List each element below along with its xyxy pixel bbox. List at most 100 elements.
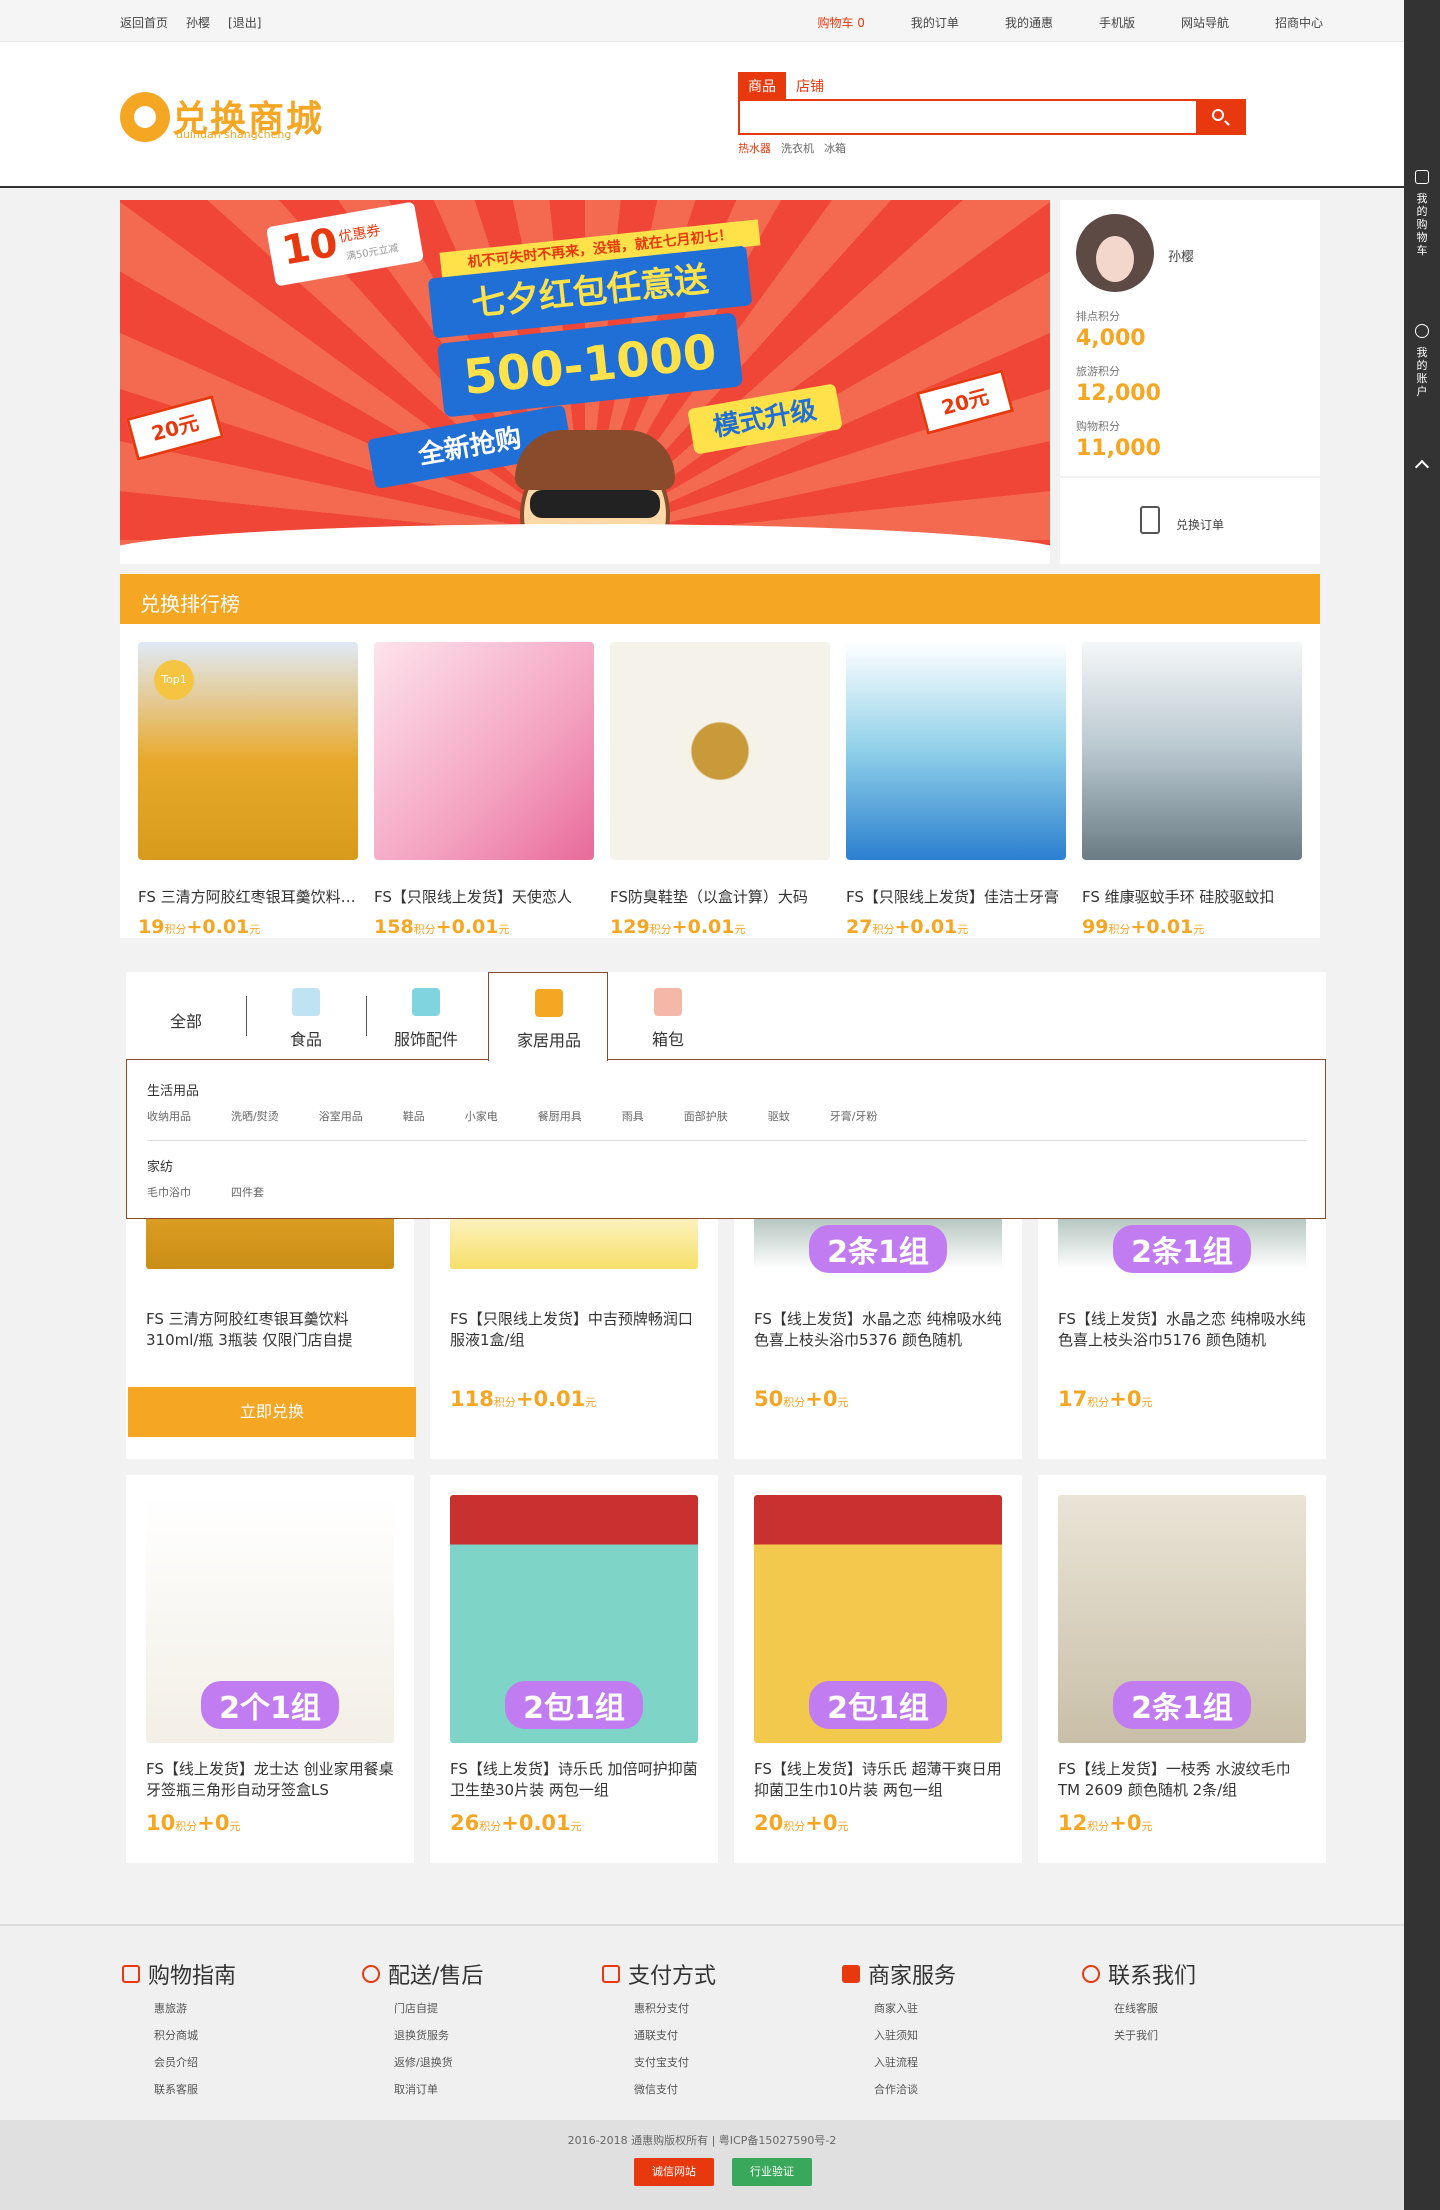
footer-link[interactable]: 惠旅游 — [154, 2000, 322, 2016]
category-link[interactable]: 驱蚊 — [768, 1108, 790, 1124]
footer-link[interactable]: 微信支付 — [634, 2081, 802, 2097]
mobile-link[interactable]: 手机版 — [1099, 14, 1135, 31]
product-card[interactable]: 2条1组 FS【线上发货】水晶之恋 纯棉吸水纯色喜上枝头浴巾5176 颜色随机 … — [1038, 1179, 1326, 1459]
footer-link[interactable]: 积分商城 — [154, 2027, 322, 2043]
product-name[interactable]: FS【线上发货】一枝秀 水波纹毛巾TM 2609 颜色随机 2条/组 — [1058, 1759, 1308, 1801]
product-image[interactable] — [374, 642, 594, 860]
product-name[interactable]: FS 三清方阿胶红枣银耳羹饮料310ml/瓶 — [138, 886, 358, 907]
yuan-unit: 元 — [1141, 1396, 1153, 1409]
footer-link[interactable]: 关于我们 — [1114, 2027, 1282, 2043]
category-link[interactable]: 四件套 — [231, 1184, 264, 1200]
category-link[interactable]: 毛巾浴巾 — [147, 1184, 191, 1200]
exchange-orders-link[interactable]: 兑换订单 — [1060, 476, 1320, 564]
category-link[interactable]: 面部护肤 — [684, 1108, 728, 1124]
points-unit: 积分 — [164, 923, 187, 936]
hot-word[interactable]: 冰箱 — [824, 140, 846, 156]
rank-item[interactable]: Top1 FS 三清方阿胶红枣银耳羹饮料310ml/瓶 19积分+0.01元 — [138, 642, 358, 938]
product-name[interactable]: FS【只限线上发货】天使恋人 — [374, 886, 594, 907]
tab-home[interactable]: 家居用品 — [488, 972, 608, 1061]
footer-link[interactable]: 支付宝支付 — [634, 2054, 802, 2070]
category-link[interactable]: 小家电 — [465, 1108, 498, 1124]
product-name[interactable]: FS 三清方阿胶红枣银耳羹饮料310ml/瓶 3瓶装 仅限门店自提 — [146, 1309, 396, 1351]
hot-word[interactable]: 洗衣机 — [781, 140, 814, 156]
product-name[interactable]: FS【线上发货】诗乐氏 加倍呵护抑菌卫生垫30片装 两包一组 — [450, 1759, 700, 1801]
product-card[interactable]: FS 三清方阿胶红枣银耳羹饮料310ml/瓶 3瓶装 仅限门店自提 立即兑换 — [126, 1179, 416, 1459]
footer-link[interactable]: 会员介绍 — [154, 2054, 322, 2070]
category-link[interactable]: 雨具 — [622, 1108, 644, 1124]
search-tab-goods[interactable]: 商品 — [738, 72, 786, 100]
footer-link[interactable]: 通联支付 — [634, 2027, 802, 2043]
avatar[interactable] — [1076, 214, 1154, 292]
user-link[interactable]: 孙樱 — [186, 14, 210, 31]
footer-link[interactable]: 商家入驻 — [874, 2000, 1042, 2016]
product-card[interactable]: FS【只限线上发货】中吉预牌畅润口服液1盒/组 118积分+0.01元 — [430, 1179, 718, 1459]
footer-link[interactable]: 返修/退换货 — [394, 2054, 562, 2070]
footer-link[interactable]: 入驻流程 — [874, 2054, 1042, 2070]
category-link[interactable]: 洗晒/熨烫 — [231, 1108, 279, 1124]
footer-link[interactable]: 取消订单 — [394, 2081, 562, 2097]
product-name[interactable]: FS 维康驱蚊手环 硅胶驱蚊扣 — [1082, 886, 1302, 907]
trust-badge[interactable]: 诚信网站 — [634, 2158, 714, 2186]
footer-link[interactable]: 门店自提 — [394, 2000, 562, 2016]
product-image[interactable] — [610, 642, 830, 860]
site-nav-link[interactable]: 网站导航 — [1181, 14, 1229, 31]
footer-link[interactable]: 在线客服 — [1114, 2000, 1282, 2016]
product-name[interactable]: FS防臭鞋垫（以盒计算）大码 — [610, 886, 830, 907]
tab-food[interactable]: 食品 — [246, 972, 366, 1060]
product-image[interactable] — [1082, 642, 1302, 860]
category-link[interactable]: 鞋品 — [403, 1108, 425, 1124]
logo[interactable]: 兑换商城 duihuan shangcheng — [120, 90, 330, 144]
tab-bags[interactable]: 箱包 — [608, 972, 728, 1060]
category-link[interactable]: 浴室用品 — [319, 1108, 363, 1124]
tab-all[interactable]: 全部 — [126, 972, 246, 1060]
logout-link[interactable]: [退出] — [228, 14, 261, 31]
exchange-button[interactable]: 立即兑换 — [128, 1387, 416, 1437]
rank-item[interactable]: FS防臭鞋垫（以盒计算）大码 129积分+0.01元 — [610, 642, 830, 938]
my-link[interactable]: 我的通惠 — [1005, 14, 1053, 31]
footer-link[interactable]: 惠积分支付 — [634, 2000, 802, 2016]
product-card[interactable]: 2包1组 FS【线上发货】诗乐氏 加倍呵护抑菌卫生垫30片装 两包一组 26积分… — [430, 1475, 718, 1863]
side-cart[interactable]: 我的购物车 — [1404, 170, 1440, 257]
rank-item[interactable]: FS【只限线上发货】佳洁士牙膏 27积分+0.01元 — [846, 642, 1066, 938]
product-name[interactable]: FS【只限线上发货】佳洁士牙膏 — [846, 886, 1066, 907]
category-link[interactable]: 收纳用品 — [147, 1108, 191, 1124]
hot-word[interactable]: 热水器 — [738, 140, 771, 156]
price-points: 10 — [146, 1811, 176, 1835]
product-name[interactable]: FS【线上发货】诗乐氏 超薄干爽日用抑菌卫生巾10片装 两包一组 — [754, 1759, 1004, 1801]
rank-item[interactable]: FS【只限线上发货】天使恋人 158积分+0.01元 — [374, 642, 594, 938]
food-icon — [292, 988, 320, 1016]
search-button[interactable] — [1196, 101, 1244, 133]
group-label: 2个1组 — [146, 1675, 394, 1735]
footer-link[interactable]: 联系客服 — [154, 2081, 322, 2097]
price-points: 27 — [846, 916, 873, 938]
category-link[interactable]: 餐厨用具 — [538, 1108, 582, 1124]
search-tab-shop[interactable]: 店铺 — [786, 72, 834, 100]
product-card[interactable]: 2包1组 FS【线上发货】诗乐氏 超薄干爽日用抑菌卫生巾10片装 两包一组 20… — [734, 1475, 1022, 1863]
footer-link[interactable]: 合作洽谈 — [874, 2081, 1042, 2097]
rank-item[interactable]: FS 维康驱蚊手环 硅胶驱蚊扣 99积分+0.01元 — [1082, 642, 1302, 938]
promo-banner[interactable]: 10 优惠券 满50元立减 机不可失时不再来，没错，就在七月初七！ 七夕红包任意… — [120, 200, 1050, 564]
product-name[interactable]: FS【线上发货】水晶之恋 纯棉吸水纯色喜上枝头浴巾5176 颜色随机 — [1058, 1309, 1308, 1351]
product-name[interactable]: FS【只限线上发货】中吉预牌畅润口服液1盒/组 — [450, 1309, 700, 1351]
product-image[interactable] — [846, 642, 1066, 860]
back-to-top[interactable] — [1404, 458, 1440, 475]
merchant-link[interactable]: 招商中心 — [1275, 14, 1323, 31]
verify-badge[interactable]: 行业验证 — [732, 2158, 812, 2186]
footer-link[interactable]: 入驻须知 — [874, 2027, 1042, 2043]
product-name[interactable]: FS【线上发货】水晶之恋 纯棉吸水纯色喜上枝头浴巾5376 颜色随机 — [754, 1309, 1004, 1351]
ranking-list: Top1 FS 三清方阿胶红枣银耳羹饮料310ml/瓶 19积分+0.01元 F… — [120, 624, 1320, 938]
tab-apparel[interactable]: 服饰配件 — [366, 972, 486, 1060]
product-card[interactable]: 2条1组 FS【线上发货】一枝秀 水波纹毛巾TM 2609 颜色随机 2条/组 … — [1038, 1475, 1326, 1863]
category-link[interactable]: 牙膏/牙粉 — [830, 1108, 878, 1124]
footer-link[interactable]: 退换货服务 — [394, 2027, 562, 2043]
product-card[interactable]: 2个1组 FS【线上发货】龙士达 创业家用餐桌牙签瓶三角形自动牙签盒LS 10积… — [126, 1475, 414, 1863]
orders-link[interactable]: 我的订单 — [911, 14, 959, 31]
divider — [147, 1140, 1307, 1141]
cart-link[interactable]: 购物车 0 — [817, 14, 864, 31]
side-account[interactable]: 我的账户 — [1404, 324, 1440, 398]
product-name[interactable]: FS【线上发货】龙士达 创业家用餐桌牙签瓶三角形自动牙签盒LS — [146, 1759, 396, 1801]
home-link[interactable]: 返回首页 — [120, 14, 168, 31]
points-value: 11,000 — [1076, 436, 1161, 461]
search-input[interactable] — [740, 101, 1196, 133]
product-card[interactable]: 2条1组 FS【线上发货】水晶之恋 纯棉吸水纯色喜上枝头浴巾5376 颜色随机 … — [734, 1179, 1022, 1459]
